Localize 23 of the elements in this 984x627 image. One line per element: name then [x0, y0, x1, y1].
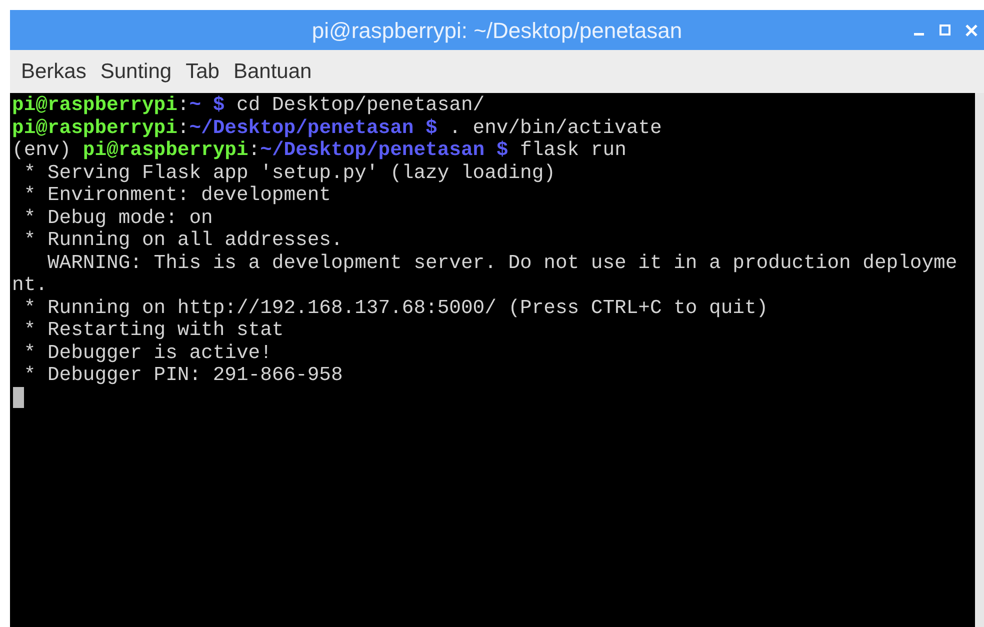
cursor-block: [13, 386, 24, 408]
menu-item[interactable]: Bantuan: [233, 56, 312, 88]
terminal-line: pi@raspberrypi:~ $ cd Desktop/penetasan/: [12, 94, 485, 116]
maximize-icon[interactable]: [939, 24, 951, 36]
terminal-line: * Restarting with stat: [22, 319, 284, 342]
terminal-line: (env) pi@raspberrypi:~/Desktop/penetasan $ flask run: [12, 139, 626, 162]
menu-item[interactable]: Berkas: [21, 56, 86, 88]
terminal-line: * Environment: development: [22, 184, 331, 206]
terminal-line: * Debugger is active!: [22, 342, 272, 364]
terminal-line: WARNING: This is a development server. Do not use it in a production deployme: [46, 252, 958, 274]
terminal-area[interactable]: [10, 93, 975, 627]
terminal-line: * Serving Flask app 'setup.py' (lazy loading): [22, 162, 556, 184]
window-title: pi@raspberrypi: ~/Desktop/penetasan: [312, 16, 682, 45]
terminal-line: * Running on all addresses.: [22, 229, 343, 252]
terminal-line: * Running on http://192.168.137.68:5000/ (Press CTRL+C to quit): [22, 296, 768, 319]
terminal-line: * Debug mode: on: [22, 206, 213, 229]
menu-item[interactable]: Tab: [186, 56, 220, 88]
close-icon[interactable]: [965, 24, 978, 36]
terminal-line: nt.: [12, 274, 48, 296]
scrollbar[interactable]: [975, 93, 984, 627]
menu-item[interactable]: Sunting: [100, 56, 172, 88]
terminal-line: * Debugger PIN: 291-866-958: [22, 364, 343, 386]
terminal-line: pi@raspberrypi:~/Desktop/penetasan $ . env/bin/activate: [12, 116, 662, 139]
